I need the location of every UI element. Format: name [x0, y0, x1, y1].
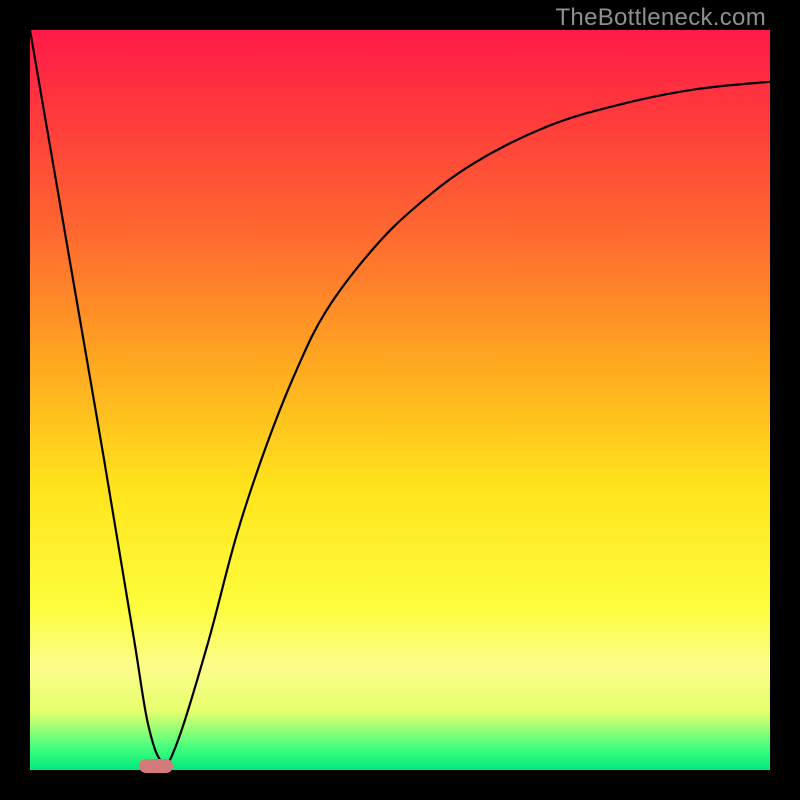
optimal-marker: [139, 759, 173, 773]
chart-frame: TheBottleneck.com: [0, 0, 800, 800]
watermark-text: TheBottleneck.com: [555, 4, 766, 32]
plot-area: [30, 30, 770, 770]
bottleneck-curve-path: [30, 30, 770, 763]
curve-svg: [30, 30, 770, 770]
